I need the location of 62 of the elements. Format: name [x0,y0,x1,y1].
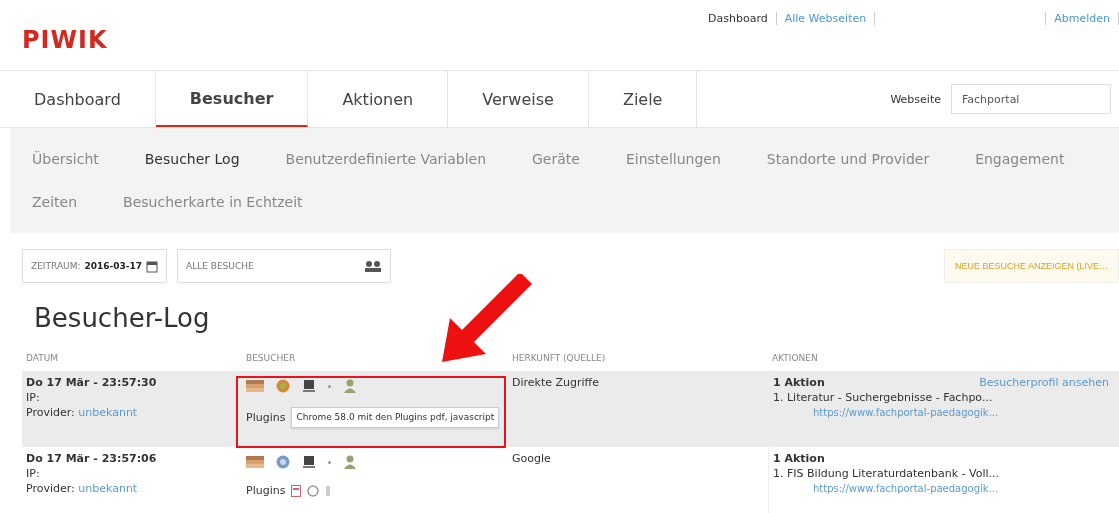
logo[interactable]: PIWIK [22,26,108,54]
action-url[interactable]: https://www.fachportal-paedagogik... [773,405,1115,420]
visit-date: Do 17 Mär - 23:57:30 [26,375,158,390]
nav-tab[interactable]: Verweise [448,71,589,127]
visit-date: Do 17 Mär - 23:57:06 [26,451,158,466]
browser-icon [276,455,290,469]
subnav-item[interactable]: Übersicht [32,138,99,181]
subnav-item[interactable]: Benutzerdefinierte Variablen [285,138,486,181]
action-count: 1 Aktion [773,451,825,466]
subnav-item[interactable]: Geräte [532,138,580,181]
computer-icon [302,379,316,393]
column-header: AKTIONEN [771,352,819,365]
header-link[interactable]: Alle Webseiten [776,12,876,25]
plugin-icon [307,484,320,497]
referrer-source: Google [512,452,551,465]
nav-tab[interactable]: Ziele [588,71,698,127]
plugins-label: Plugins [246,410,286,425]
provider-label: Provider: [26,482,75,495]
subnav-item[interactable]: Zeiten [32,180,78,223]
site-dropdown[interactable]: Fachportal [951,84,1111,114]
period-selector[interactable]: ZEITRAUM: 2016-03-17 [22,249,167,283]
segment-selector[interactable]: ALLE BESUCHE [177,249,391,283]
document-icon [291,484,302,497]
referrer-source: Direkte Zugriffe [512,376,599,389]
site-label: Webseite [890,92,941,106]
subnav-item[interactable]: Besucherkarte in Echtzeit [123,180,303,223]
subnav-item[interactable]: Einstellungen [625,138,721,181]
separator-dot-icon [328,460,331,464]
cup-icon [325,484,332,497]
nav-tab[interactable]: Aktionen [308,71,449,127]
subnav-item[interactable]: Besucher Log [144,138,240,181]
user-icon [343,454,357,470]
header-link[interactable]: Dashboard [700,12,777,25]
column-header: DATUM [25,352,60,365]
user-icon [343,378,357,394]
computer-icon [302,455,316,469]
browser-icon [276,379,290,393]
tooltip: Chrome 58.0 mit den Plugins pdf, javascript [291,407,500,428]
plugins-label: Plugins [246,483,286,498]
profile-link[interactable]: Besucherprofil ansehen [979,375,1109,390]
subnav-item[interactable]: Engagement [975,138,1065,181]
action-count: 1 Aktion [773,375,825,390]
flag-icon [246,456,264,468]
separator-dot-icon [328,384,331,388]
action-url[interactable]: https://www.fachportal-paedagogik... [773,481,1115,496]
provider-label: Provider: [26,406,75,419]
flag-icon [246,380,264,392]
subnav-item[interactable]: Standorte und Provider [766,138,930,181]
ip-label: IP: [26,466,41,481]
provider-link[interactable]: unbekannt [78,482,138,495]
action-title: 1. Literatur - Suchergebnisse - Fachpo... [773,390,994,405]
live-button[interactable]: NEUE BESUCHE ANZEIGEN (LIVE… [943,249,1119,283]
users-icon [364,260,382,272]
action-title: 1. FIS Bildung Literaturdatenbank - Voll... [773,466,1001,481]
calendar-icon [146,259,158,273]
header-link[interactable]: Abmelden [1045,12,1119,25]
column-header: BESUCHER [245,352,297,365]
page-title: Besucher-Log [34,303,211,333]
column-header: HERKUNFT (QUELLE) [511,352,607,365]
ip-label: IP: [26,390,41,405]
nav-tab[interactable]: Dashboard [0,71,156,127]
provider-link[interactable]: unbekannt [78,406,138,419]
